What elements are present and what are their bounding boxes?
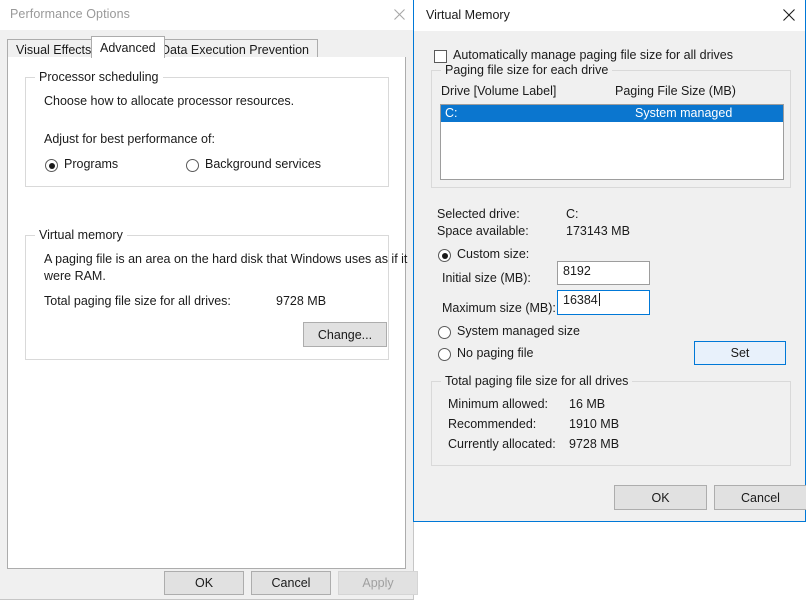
virtual-memory-ok-button[interactable]: OK — [614, 485, 707, 510]
text-caret — [599, 293, 600, 306]
performance-options-body: Visual Effects Advanced Data Execution P… — [0, 30, 413, 599]
selected-drive-label: Selected drive: — [437, 207, 520, 221]
drive-row-name: C: — [445, 106, 458, 120]
processor-scheduling-prompt: Adjust for best performance of: — [44, 132, 215, 146]
tab-data-execution-prevention[interactable]: Data Execution Prevention — [152, 39, 318, 58]
performance-apply-button: Apply — [338, 571, 418, 595]
virtual-memory-dialog: Virtual Memory Automatically manage pagi… — [413, 0, 806, 522]
processor-scheduling-description: Choose how to allocate processor resourc… — [44, 94, 294, 108]
virtual-memory-description-line2: were RAM. — [44, 269, 106, 283]
paging-file-legend: Paging file size for each drive — [441, 63, 612, 77]
table-row[interactable]: C: System managed — [441, 105, 783, 122]
maximum-size-input[interactable]: 16384 — [557, 290, 650, 315]
maximum-size-value: 16384 — [563, 293, 598, 307]
initial-size-input[interactable]: 8192 — [557, 261, 650, 285]
space-available-value: 173143 MB — [566, 224, 630, 238]
radio-system-managed-size-label[interactable]: System managed size — [457, 324, 580, 338]
initial-size-value: 8192 — [563, 264, 591, 278]
virtual-memory-title: Virtual Memory — [426, 8, 510, 22]
currently-allocated-label: Currently allocated: — [448, 437, 556, 451]
currently-allocated-value: 9728 MB — [569, 437, 619, 451]
initial-size-label: Initial size (MB): — [442, 271, 531, 285]
minimum-allowed-value: 16 MB — [569, 397, 605, 411]
auto-manage-checkbox[interactable] — [434, 50, 447, 63]
virtual-memory-titlebar: Virtual Memory — [414, 0, 805, 31]
tab-strip: Visual Effects Advanced Data Execution P… — [7, 36, 406, 58]
radio-programs-label[interactable]: Programs — [64, 157, 118, 171]
set-button[interactable]: Set — [694, 341, 786, 365]
tab-page-advanced: Processor scheduling Choose how to alloc… — [7, 57, 406, 569]
totals-legend: Total paging file size for all drives — [441, 374, 632, 388]
drive-row-size: System managed — [635, 106, 732, 120]
performance-options-title: Performance Options — [10, 7, 130, 21]
virtual-memory-description-line1: A paging file is an area on the hard dis… — [44, 252, 407, 266]
performance-ok-button[interactable]: OK — [164, 571, 244, 595]
column-header-drive: Drive [Volume Label] — [441, 84, 556, 98]
radio-programs[interactable] — [45, 159, 58, 172]
maximum-size-label: Maximum size (MB): — [442, 301, 556, 315]
column-header-paging-size: Paging File Size (MB) — [615, 84, 736, 98]
radio-system-managed-size[interactable] — [438, 326, 451, 339]
radio-custom-size[interactable] — [438, 249, 451, 262]
recommended-value: 1910 MB — [569, 417, 619, 431]
virtual-memory-legend: Virtual memory — [35, 228, 127, 242]
performance-options-titlebar: Performance Options — [0, 0, 413, 30]
auto-manage-label[interactable]: Automatically manage paging file size fo… — [453, 48, 733, 62]
paging-file-group: Paging file size for each drive Drive [V… — [431, 70, 791, 188]
change-button[interactable]: Change... — [303, 322, 387, 347]
close-icon[interactable] — [385, 0, 413, 29]
performance-options-window: Performance Options Visual Effects Advan… — [0, 0, 414, 600]
tab-advanced[interactable]: Advanced — [91, 36, 165, 58]
totals-group: Total paging file size for all drives Mi… — [431, 381, 791, 466]
processor-scheduling-group: Processor scheduling Choose how to alloc… — [25, 77, 389, 187]
radio-custom-size-label[interactable]: Custom size: — [457, 247, 529, 261]
selected-drive-value: C: — [566, 207, 579, 221]
total-paging-size-value: 9728 MB — [276, 294, 326, 308]
close-icon[interactable] — [772, 0, 805, 30]
radio-no-paging-file-label[interactable]: No paging file — [457, 346, 533, 360]
recommended-label: Recommended: — [448, 417, 536, 431]
radio-background-services-label[interactable]: Background services — [205, 157, 321, 171]
processor-scheduling-legend: Processor scheduling — [35, 70, 163, 84]
total-paging-size-label: Total paging file size for all drives: — [44, 294, 231, 308]
space-available-label: Space available: — [437, 224, 529, 238]
performance-cancel-button[interactable]: Cancel — [251, 571, 331, 595]
radio-no-paging-file[interactable] — [438, 348, 451, 361]
minimum-allowed-label: Minimum allowed: — [448, 397, 548, 411]
virtual-memory-cancel-button[interactable]: Cancel — [714, 485, 806, 510]
virtual-memory-group: Virtual memory A paging file is an area … — [25, 235, 389, 360]
tab-visual-effects[interactable]: Visual Effects — [7, 39, 100, 58]
radio-background-services[interactable] — [186, 159, 199, 172]
drive-list[interactable]: C: System managed — [440, 104, 784, 180]
